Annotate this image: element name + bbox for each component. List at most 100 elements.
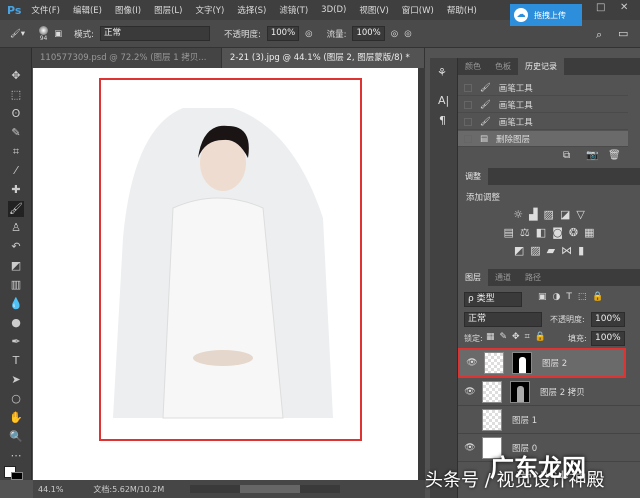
move-tool-icon[interactable]: ✥ xyxy=(8,68,24,84)
history-item-selected[interactable]: ▤ 删除图层 xyxy=(458,131,628,147)
shape-tool-icon[interactable]: ○ xyxy=(8,391,24,407)
layer-mask-thumbnail[interactable] xyxy=(512,352,532,374)
levels-icon[interactable]: ▟ xyxy=(529,208,537,221)
character-icon[interactable]: A| xyxy=(438,94,449,107)
tab-layers[interactable]: 图层 xyxy=(458,269,488,286)
pressure-size-icon[interactable]: ◎ xyxy=(404,29,411,39)
layer-row[interactable]: 图层 1 xyxy=(458,406,640,434)
tab-color[interactable]: 颜色 xyxy=(458,58,488,75)
brush-settings-icon[interactable]: ⚘ xyxy=(437,66,447,79)
eraser-icon[interactable]: ◩ xyxy=(8,258,24,274)
lasso-tool-icon[interactable]: ʘ xyxy=(8,106,24,122)
black-white-icon[interactable]: ◧ xyxy=(536,226,546,239)
search-icon[interactable]: ⌕ xyxy=(596,28,602,42)
crop-tool-icon[interactable]: ⌗ xyxy=(8,144,24,160)
snapshot-icon[interactable]: 📷 xyxy=(586,150,598,161)
tab-adjustments[interactable]: 调整 xyxy=(458,168,488,185)
exposure-icon[interactable]: ◪ xyxy=(560,208,570,221)
tab-2-21-3-jpg[interactable]: 2-21 (3).jpg @ 44.1% (图层 2, 图层蒙版/8) * × xyxy=(221,48,425,83)
menu-edit[interactable]: 编辑(E) xyxy=(73,4,102,16)
history-brush-icon[interactable]: ↶ xyxy=(8,239,24,255)
tab-channels[interactable]: 通道 xyxy=(488,269,518,286)
tab-110577309[interactable]: 110577309.psd @ 72.2% (图层 1 拷贝... × xyxy=(32,48,222,83)
gradient-map-icon[interactable]: ▮ xyxy=(578,244,584,257)
trash-icon[interactable]: 🗑 xyxy=(608,150,621,161)
menu-window[interactable]: 窗口(W) xyxy=(402,4,434,16)
layer-filter-icons[interactable]: ▣◑T⬚🔒 xyxy=(538,292,610,302)
threshold-icon[interactable]: ▰ xyxy=(547,244,555,257)
menu-3d[interactable]: 3D(D) xyxy=(321,5,346,15)
layer-opacity-field[interactable]: 100% xyxy=(591,312,625,327)
healing-brush-icon[interactable]: ✚ xyxy=(8,182,24,198)
horizontal-scrollbar[interactable] xyxy=(190,485,340,493)
vibrance-icon[interactable]: ▽ xyxy=(576,208,584,221)
blend-mode-select[interactable]: 正常 xyxy=(464,312,542,327)
menu-help[interactable]: 帮助(H) xyxy=(447,4,477,16)
workspace-icon[interactable]: ▭ xyxy=(618,27,628,40)
hand-tool-icon[interactable]: ✋ xyxy=(8,410,24,426)
color-lookup-icon[interactable]: ▦ xyxy=(584,226,594,239)
maximize-icon[interactable]: □ xyxy=(596,2,605,13)
brush-panel-icon[interactable]: ▣ xyxy=(54,29,62,39)
brush-tool-icon[interactable]: 🖌 xyxy=(8,201,24,217)
flow-field[interactable]: 100% xyxy=(352,26,385,41)
paragraph-icon[interactable]: ¶ xyxy=(439,114,446,127)
fill-field[interactable]: 100% xyxy=(591,331,625,346)
tab-swatches[interactable]: 色板 xyxy=(488,58,518,75)
posterize-icon[interactable]: ▨ xyxy=(530,244,540,257)
brush-preset-picker[interactable]: 94 xyxy=(39,25,49,42)
menu-image[interactable]: 图像(I) xyxy=(115,4,141,16)
more-tools-icon[interactable]: ⋯ xyxy=(8,448,24,464)
menu-type[interactable]: 文字(Y) xyxy=(195,4,224,16)
selective-color-icon[interactable]: ⋈ xyxy=(561,244,572,257)
brush-icon[interactable]: 🖌▾ xyxy=(10,29,25,39)
menu-filter[interactable]: 滤镜(T) xyxy=(279,4,308,16)
gradient-tool-icon[interactable]: ▥ xyxy=(8,277,24,293)
marquee-tool-icon[interactable]: ⬚ xyxy=(8,87,24,103)
blur-tool-icon[interactable]: 💧 xyxy=(8,296,24,312)
hue-saturation-icon[interactable]: ▤ xyxy=(504,226,514,239)
new-document-from-state-icon[interactable]: ⧉ xyxy=(563,150,570,161)
layer-row-selected[interactable]: 👁 图层 2 xyxy=(458,348,626,378)
upload-button[interactable]: ☁ 拖拽上传 xyxy=(510,4,582,26)
history-item[interactable]: 🖌 画笔工具 xyxy=(458,114,628,130)
zoom-tool-icon[interactable]: 🔍 xyxy=(8,429,24,445)
layer-filter-select[interactable]: ρ 类型 xyxy=(464,292,522,307)
tab-history[interactable]: 历史记录 xyxy=(518,58,564,75)
layer-mask-thumbnail[interactable] xyxy=(510,380,530,403)
brightness-icon[interactable]: ☼ xyxy=(513,208,523,221)
history-item[interactable]: 🖌 画笔工具 xyxy=(458,80,628,96)
eye-icon[interactable]: 👁 xyxy=(458,387,482,397)
visibility-off-box[interactable] xyxy=(458,415,482,425)
invert-icon[interactable]: ◩ xyxy=(514,244,524,257)
eyedropper-icon[interactable]: ⁄ xyxy=(8,163,24,179)
stamp-tool-icon[interactable]: ♙ xyxy=(8,220,24,236)
curves-icon[interactable]: ▨ xyxy=(544,208,554,221)
airbrush-icon[interactable]: ◎ xyxy=(391,29,398,39)
channel-mixer-icon[interactable]: ❂ xyxy=(569,226,578,239)
pen-tool-icon[interactable]: ✒ xyxy=(8,334,24,350)
type-tool-icon[interactable]: T xyxy=(8,353,24,369)
history-item[interactable]: 🖌 画笔工具 xyxy=(458,97,628,113)
mode-select[interactable]: 正常 xyxy=(99,26,210,41)
vertical-scrollbar[interactable] xyxy=(418,68,425,480)
lock-icons[interactable]: ▦✎✥⌗🔒 xyxy=(486,332,551,342)
dodge-tool-icon[interactable]: ● xyxy=(8,315,24,331)
photo-filter-icon[interactable]: ◙ xyxy=(552,226,563,239)
eye-icon[interactable]: 👁 xyxy=(460,358,484,368)
opacity-field[interactable]: 100% xyxy=(266,26,300,41)
color-balance-icon[interactable]: ⚖ xyxy=(520,226,530,239)
menu-file[interactable]: 文件(F) xyxy=(31,4,60,16)
close-icon[interactable]: ✕ xyxy=(620,2,628,13)
quick-select-icon[interactable]: ✎ xyxy=(8,125,24,141)
tab-paths[interactable]: 路径 xyxy=(518,269,548,286)
layer-row[interactable]: 👁 图层 2 拷贝 xyxy=(458,378,640,406)
eye-icon[interactable]: 👁 xyxy=(458,443,482,453)
pressure-opacity-icon[interactable]: ◎ xyxy=(305,29,312,39)
menu-select[interactable]: 选择(S) xyxy=(237,4,266,16)
path-select-icon[interactable]: ➤ xyxy=(8,372,24,388)
menu-view[interactable]: 视图(V) xyxy=(359,4,388,16)
menu-layer[interactable]: 图层(L) xyxy=(154,4,182,16)
zoom-level[interactable]: 44.1% xyxy=(38,485,63,494)
background-color[interactable] xyxy=(11,472,23,480)
